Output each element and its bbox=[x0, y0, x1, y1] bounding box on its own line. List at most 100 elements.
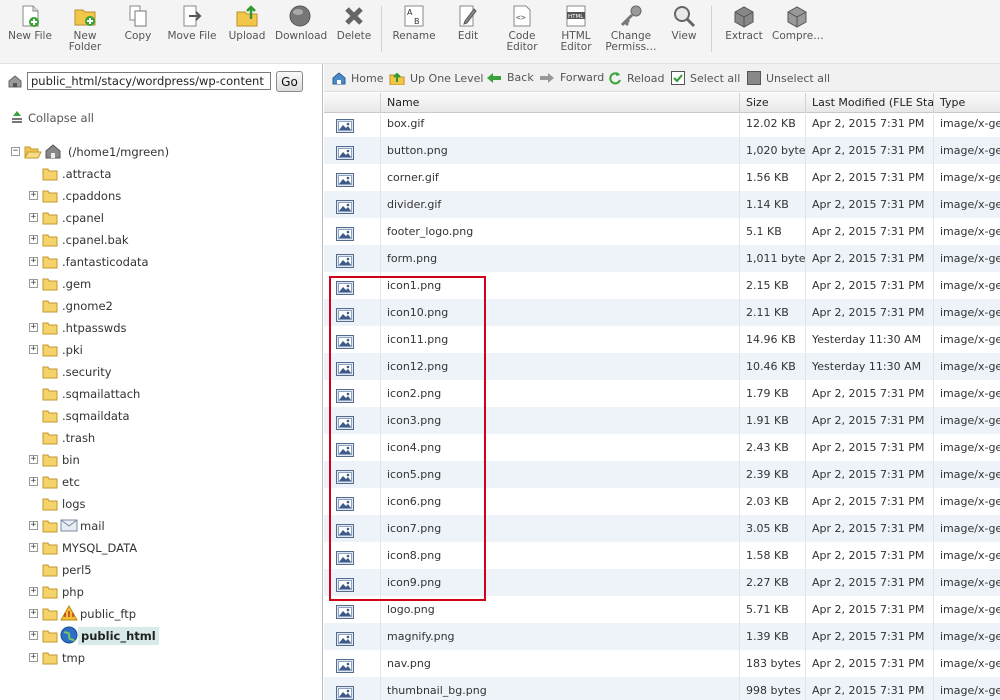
expand-toggle[interactable]: + bbox=[29, 609, 38, 618]
new-file-button[interactable]: New File bbox=[8, 4, 52, 42]
tree-node[interactable]: + .htpasswds bbox=[0, 319, 320, 337]
file-row[interactable]: divider.gif 1.14 KB Apr 2, 2015 7:31 PM ima… bbox=[324, 191, 1000, 218]
download-button[interactable]: Download bbox=[275, 4, 327, 42]
tree-node[interactable]: .trash bbox=[0, 429, 320, 447]
file-icon-cell[interactable] bbox=[324, 353, 380, 380]
move-file-button[interactable]: Move File bbox=[166, 4, 218, 42]
file-row[interactable]: thumbnail_bg.png 998 bytes Apr 2, 2015 7:3… bbox=[324, 677, 1000, 700]
tree-node[interactable]: + MYSQL_DATA bbox=[0, 539, 320, 557]
file-name[interactable]: icon10.png bbox=[380, 299, 739, 326]
up-one-level-button[interactable]: Up One Level bbox=[389, 71, 483, 85]
tree-node[interactable]: + .fantasticodata bbox=[0, 253, 320, 271]
tree-node[interactable]: + .gem bbox=[0, 275, 320, 293]
tree-node[interactable]: + bin bbox=[0, 451, 320, 469]
file-icon-cell[interactable] bbox=[324, 542, 380, 569]
collapse-toggle[interactable]: − bbox=[11, 147, 20, 156]
expand-toggle[interactable]: + bbox=[29, 521, 38, 530]
edit-button[interactable]: Edit bbox=[454, 4, 482, 42]
file-icon-cell[interactable] bbox=[324, 677, 380, 700]
file-name[interactable]: icon4.png bbox=[380, 434, 739, 461]
file-row[interactable]: icon9.png 2.27 KB Apr 2, 2015 7:31 PM image… bbox=[324, 569, 1000, 596]
expand-toggle[interactable]: + bbox=[29, 279, 38, 288]
expand-toggle[interactable]: + bbox=[29, 477, 38, 486]
forward-button[interactable]: Forward bbox=[539, 71, 604, 84]
tree-node[interactable]: perl5 bbox=[0, 561, 320, 579]
file-row[interactable]: icon3.png 1.91 KB Apr 2, 2015 7:31 PM image… bbox=[324, 407, 1000, 434]
file-icon-cell[interactable] bbox=[324, 299, 380, 326]
home-button[interactable]: Home bbox=[332, 71, 383, 85]
file-name[interactable]: icon2.png bbox=[380, 380, 739, 407]
copy-button[interactable]: Copy bbox=[122, 4, 154, 42]
file-name[interactable]: icon8.png bbox=[380, 542, 739, 569]
file-name[interactable]: logo.png bbox=[380, 596, 739, 623]
expand-toggle[interactable]: + bbox=[29, 587, 38, 596]
file-row[interactable]: form.png 1,011 bytes Apr 2, 2015 7:31 PM im… bbox=[324, 245, 1000, 272]
file-row[interactable]: magnify.png 1.39 KB Apr 2, 2015 7:31 PM ima… bbox=[324, 623, 1000, 650]
file-name[interactable]: icon11.png bbox=[380, 326, 739, 353]
view-button[interactable]: View bbox=[668, 4, 700, 42]
code-editor-button[interactable]: <> Code Editor bbox=[502, 4, 542, 53]
file-row[interactable]: icon2.png 1.79 KB Apr 2, 2015 7:31 PM image… bbox=[324, 380, 1000, 407]
file-row[interactable]: icon12.png 10.46 KB Yesterday 11:30 AM imag… bbox=[324, 353, 1000, 380]
file-icon-cell[interactable] bbox=[324, 434, 380, 461]
expand-toggle[interactable]: + bbox=[29, 653, 38, 662]
file-icon-cell[interactable] bbox=[324, 114, 380, 137]
file-row[interactable]: icon11.png 14.96 KB Yesterday 11:30 AM imag… bbox=[324, 326, 1000, 353]
tree-node[interactable]: + public_ftp bbox=[0, 604, 320, 623]
file-row[interactable]: corner.gif 1.56 KB Apr 2, 2015 7:31 PM imag… bbox=[324, 164, 1000, 191]
file-icon-cell[interactable] bbox=[324, 569, 380, 596]
expand-toggle[interactable]: + bbox=[29, 235, 38, 244]
tree-node[interactable]: .security bbox=[0, 363, 320, 381]
expand-toggle[interactable]: + bbox=[29, 631, 38, 640]
collapse-all-link[interactable]: Collapse all bbox=[10, 110, 94, 125]
size-column-header[interactable]: Size bbox=[739, 93, 805, 113]
file-icon-cell[interactable] bbox=[324, 650, 380, 677]
go-button[interactable]: Go bbox=[276, 71, 303, 92]
expand-toggle[interactable]: + bbox=[29, 257, 38, 266]
change-permissions-button[interactable]: Change Permiss… bbox=[604, 4, 658, 53]
path-input[interactable] bbox=[27, 72, 271, 90]
tree-node[interactable]: .gnome2 bbox=[0, 297, 320, 315]
tree-node[interactable]: + public_html bbox=[0, 626, 320, 645]
tree-node[interactable]: − (/home1/mgreen) bbox=[0, 143, 320, 161]
expand-toggle[interactable]: + bbox=[29, 323, 38, 332]
tree-node[interactable]: .sqmailattach bbox=[0, 385, 320, 403]
upload-button[interactable]: Upload bbox=[228, 4, 266, 42]
new-folder-button[interactable]: New Folder bbox=[66, 4, 104, 53]
expand-toggle[interactable]: + bbox=[29, 345, 38, 354]
tree-node[interactable]: + .cpanel.bak bbox=[0, 231, 320, 249]
file-icon-cell[interactable] bbox=[324, 596, 380, 623]
file-icon-cell[interactable] bbox=[324, 272, 380, 299]
file-icon-cell[interactable] bbox=[324, 245, 380, 272]
file-row[interactable]: icon5.png 2.39 KB Apr 2, 2015 7:31 PM image… bbox=[324, 461, 1000, 488]
file-row[interactable]: button.png 1,020 bytes Apr 2, 2015 7:31 PM… bbox=[324, 137, 1000, 164]
tree-node[interactable]: + tmp bbox=[0, 649, 320, 667]
file-name[interactable]: nav.png bbox=[380, 650, 739, 677]
expand-toggle[interactable]: + bbox=[29, 213, 38, 222]
file-icon-cell[interactable] bbox=[324, 488, 380, 515]
tree-node[interactable]: + .cpaddons bbox=[0, 187, 320, 205]
type-column-header[interactable]: Type bbox=[933, 93, 1000, 113]
file-row[interactable]: icon1.png 2.15 KB Apr 2, 2015 7:31 PM image… bbox=[324, 272, 1000, 299]
file-icon-cell[interactable] bbox=[324, 380, 380, 407]
expand-toggle[interactable]: + bbox=[29, 543, 38, 552]
back-button[interactable]: Back bbox=[486, 71, 534, 84]
html-editor-button[interactable]: HTML HTML Editor bbox=[556, 4, 596, 53]
file-name[interactable]: icon1.png bbox=[380, 272, 739, 299]
file-row[interactable]: icon10.png 2.11 KB Apr 2, 2015 7:31 PM imag… bbox=[324, 299, 1000, 326]
file-name[interactable]: icon12.png bbox=[380, 353, 739, 380]
file-row[interactable]: icon6.png 2.03 KB Apr 2, 2015 7:31 PM image… bbox=[324, 488, 1000, 515]
file-name[interactable]: divider.gif bbox=[380, 191, 739, 218]
name-column-header[interactable]: Name bbox=[380, 93, 739, 113]
file-icon-cell[interactable] bbox=[324, 623, 380, 650]
last-modified-column-header[interactable]: Last Modified (FLE Standard bbox=[805, 93, 933, 113]
file-icon-cell[interactable] bbox=[324, 191, 380, 218]
file-name[interactable]: icon7.png bbox=[380, 515, 739, 542]
tree-node[interactable]: + .pki bbox=[0, 341, 320, 359]
file-icon-cell[interactable] bbox=[324, 218, 380, 245]
file-name[interactable]: corner.gif bbox=[380, 164, 739, 191]
file-icon-cell[interactable] bbox=[324, 164, 380, 191]
file-row[interactable]: icon7.png 3.05 KB Apr 2, 2015 7:31 PM image… bbox=[324, 515, 1000, 542]
file-icon-cell[interactable] bbox=[324, 407, 380, 434]
file-name[interactable]: thumbnail_bg.png bbox=[380, 677, 739, 700]
